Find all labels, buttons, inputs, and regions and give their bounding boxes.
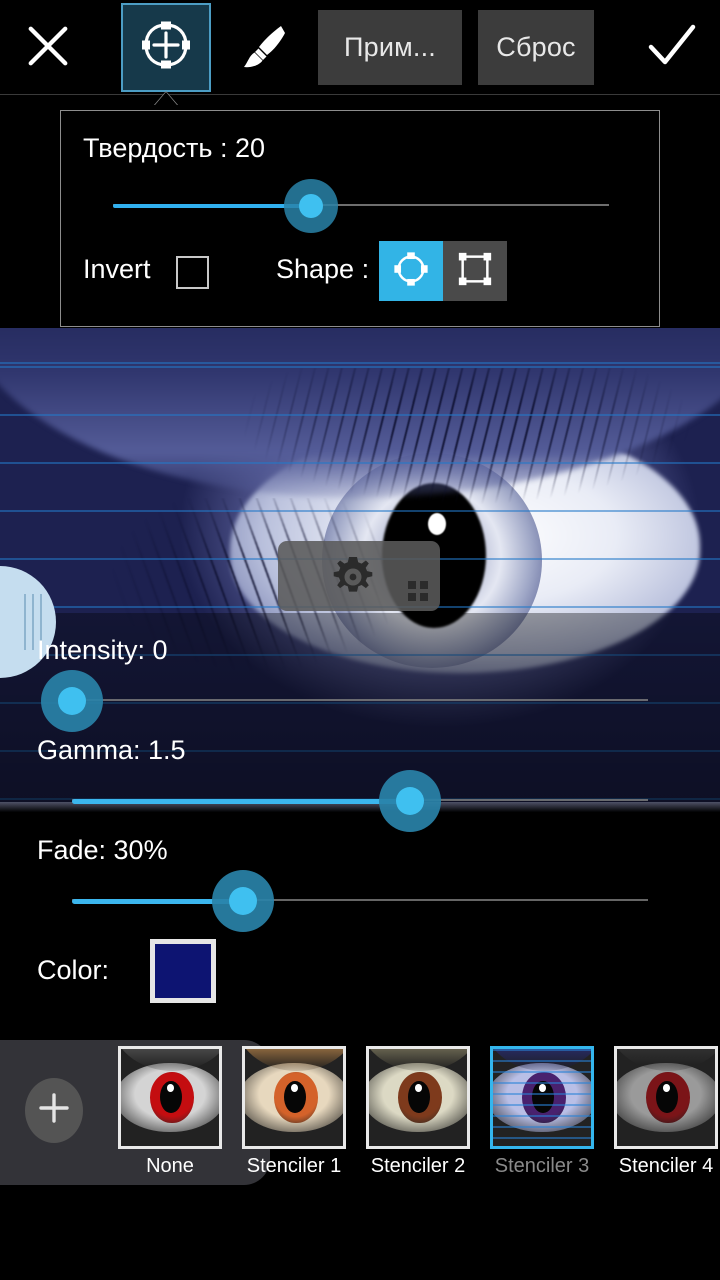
hardness-popup-panel: Твердость : 20 Invert Shape :	[60, 110, 660, 327]
square-handles-icon	[456, 250, 494, 293]
preset-label: Stenciler 2	[370, 1155, 466, 1177]
shape-rectangle-button[interactable]	[443, 241, 507, 301]
intensity-track	[72, 699, 648, 701]
checkmark-icon	[645, 19, 699, 78]
invert-label: Invert	[83, 254, 151, 284]
preset-lines-overlay	[493, 1049, 591, 1146]
settings-widget-button[interactable]	[278, 541, 440, 611]
close-x-icon	[25, 23, 71, 74]
preset-glint	[663, 1083, 670, 1092]
mask-tool-button[interactable]	[121, 3, 211, 92]
intensity-slider[interactable]	[41, 670, 648, 732]
preset-label: None	[146, 1155, 194, 1177]
preset-item-2[interactable]: Stenciler 1	[232, 1040, 356, 1185]
confirm-button[interactable]	[634, 10, 710, 86]
popup-pointer	[155, 92, 177, 105]
paint-brush-icon	[237, 20, 289, 77]
stenciler-editor-screen: Прим... Сброс Твердость : 20 Invert Shap…	[0, 0, 720, 1280]
preset-glint	[291, 1083, 298, 1092]
bottom-spacer	[0, 1185, 720, 1280]
preset-item-1[interactable]: None	[108, 1040, 232, 1185]
preset-item-3[interactable]: Stenciler 2	[356, 1040, 480, 1185]
fade-slider-knob[interactable]	[229, 887, 257, 915]
cancel-button[interactable]	[10, 10, 86, 86]
preset-lid	[617, 1049, 715, 1072]
plus-icon	[37, 1091, 71, 1130]
preset-label: Stenciler 4	[618, 1155, 714, 1177]
hardness-label: Твердость : 20	[83, 133, 265, 163]
gamma-slider[interactable]	[72, 770, 648, 832]
preset-label: Stenciler 1	[246, 1155, 342, 1177]
preset-eye-art	[617, 1049, 715, 1146]
slider-knob	[299, 194, 324, 218]
preset-thumbnail[interactable]	[490, 1046, 594, 1149]
preset-eye-art	[121, 1049, 219, 1146]
shape-circle-button[interactable]	[379, 241, 443, 301]
preset-eye-art	[493, 1049, 591, 1146]
fade-label: Fade: 30%	[37, 835, 168, 865]
preset-thumbnail[interactable]	[366, 1046, 470, 1149]
circle-handles-icon	[392, 250, 430, 293]
brush-tool-button[interactable]	[225, 10, 301, 86]
preset-eye-art	[245, 1049, 343, 1146]
preset-thumbnail[interactable]	[614, 1046, 718, 1149]
preset-lid	[121, 1049, 219, 1072]
hardness-slider[interactable]	[113, 179, 609, 233]
gamma-slider-knob[interactable]	[396, 787, 424, 815]
preset-item-4[interactable]: Stenciler 3	[480, 1040, 604, 1185]
invert-checkbox[interactable]	[176, 256, 209, 289]
preset-thumbnail-list: None Stenciler 1 Stenciler 2 Stenciler 3 Ste…	[108, 1040, 720, 1185]
shape-toggle-group	[379, 241, 507, 301]
preset-thumbnail[interactable]	[118, 1046, 222, 1149]
mask-target-icon	[140, 19, 192, 76]
gamma-track-fill	[72, 799, 410, 804]
reset-button[interactable]: Сброс	[478, 10, 594, 85]
gamma-label: Gamma: 1.5	[37, 735, 186, 765]
top-toolbar: Прим... Сброс	[0, 0, 720, 105]
color-swatch-button[interactable]	[150, 939, 216, 1003]
intensity-slider-knob[interactable]	[58, 687, 86, 715]
preset-glint	[167, 1083, 174, 1092]
preset-item-5[interactable]: Stenciler 4	[604, 1040, 720, 1185]
shape-label: Shape :	[276, 254, 370, 284]
preset-thumbnail[interactable]	[242, 1046, 346, 1149]
grid-dots-icon[interactable]	[408, 581, 430, 603]
add-preset-button[interactable]	[25, 1078, 83, 1143]
hardness-track-fill	[113, 204, 312, 208]
intensity-label: Intensity: 0	[37, 635, 168, 665]
preset-label: Stenciler 3	[494, 1155, 590, 1177]
preset-lid	[245, 1049, 343, 1072]
preset-eye-art	[369, 1049, 467, 1146]
fade-slider[interactable]	[72, 870, 648, 932]
color-label: Color:	[37, 955, 110, 985]
preset-glint	[415, 1083, 422, 1092]
apply-button[interactable]: Прим...	[318, 10, 462, 85]
preset-lid	[369, 1049, 467, 1072]
